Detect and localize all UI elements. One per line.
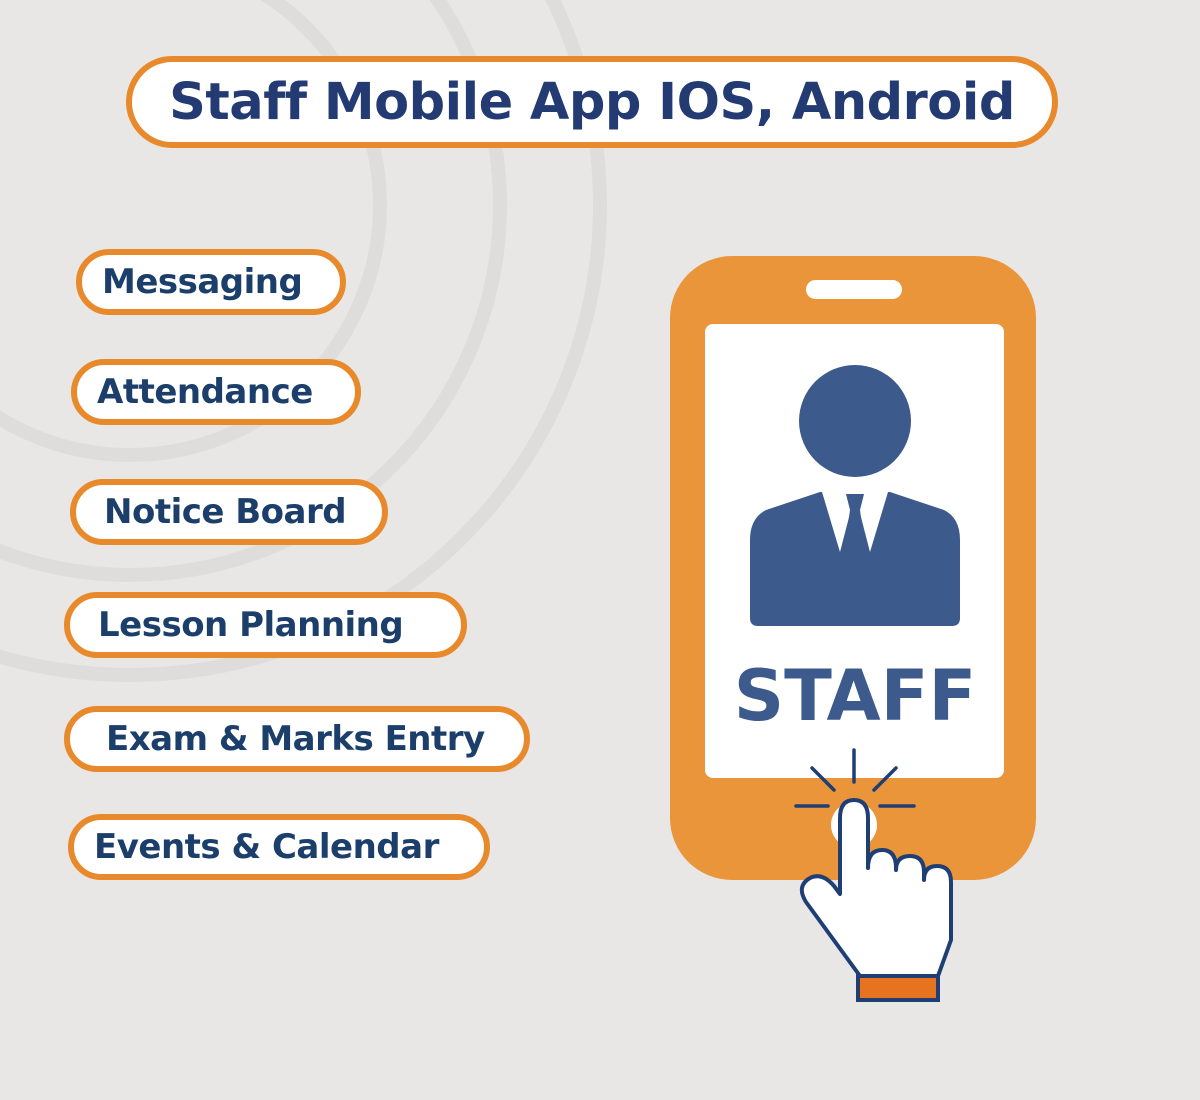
screen-label: STAFF <box>734 655 977 737</box>
phone-speaker <box>806 280 902 299</box>
phone-illustration: STAFF <box>670 256 1036 1002</box>
